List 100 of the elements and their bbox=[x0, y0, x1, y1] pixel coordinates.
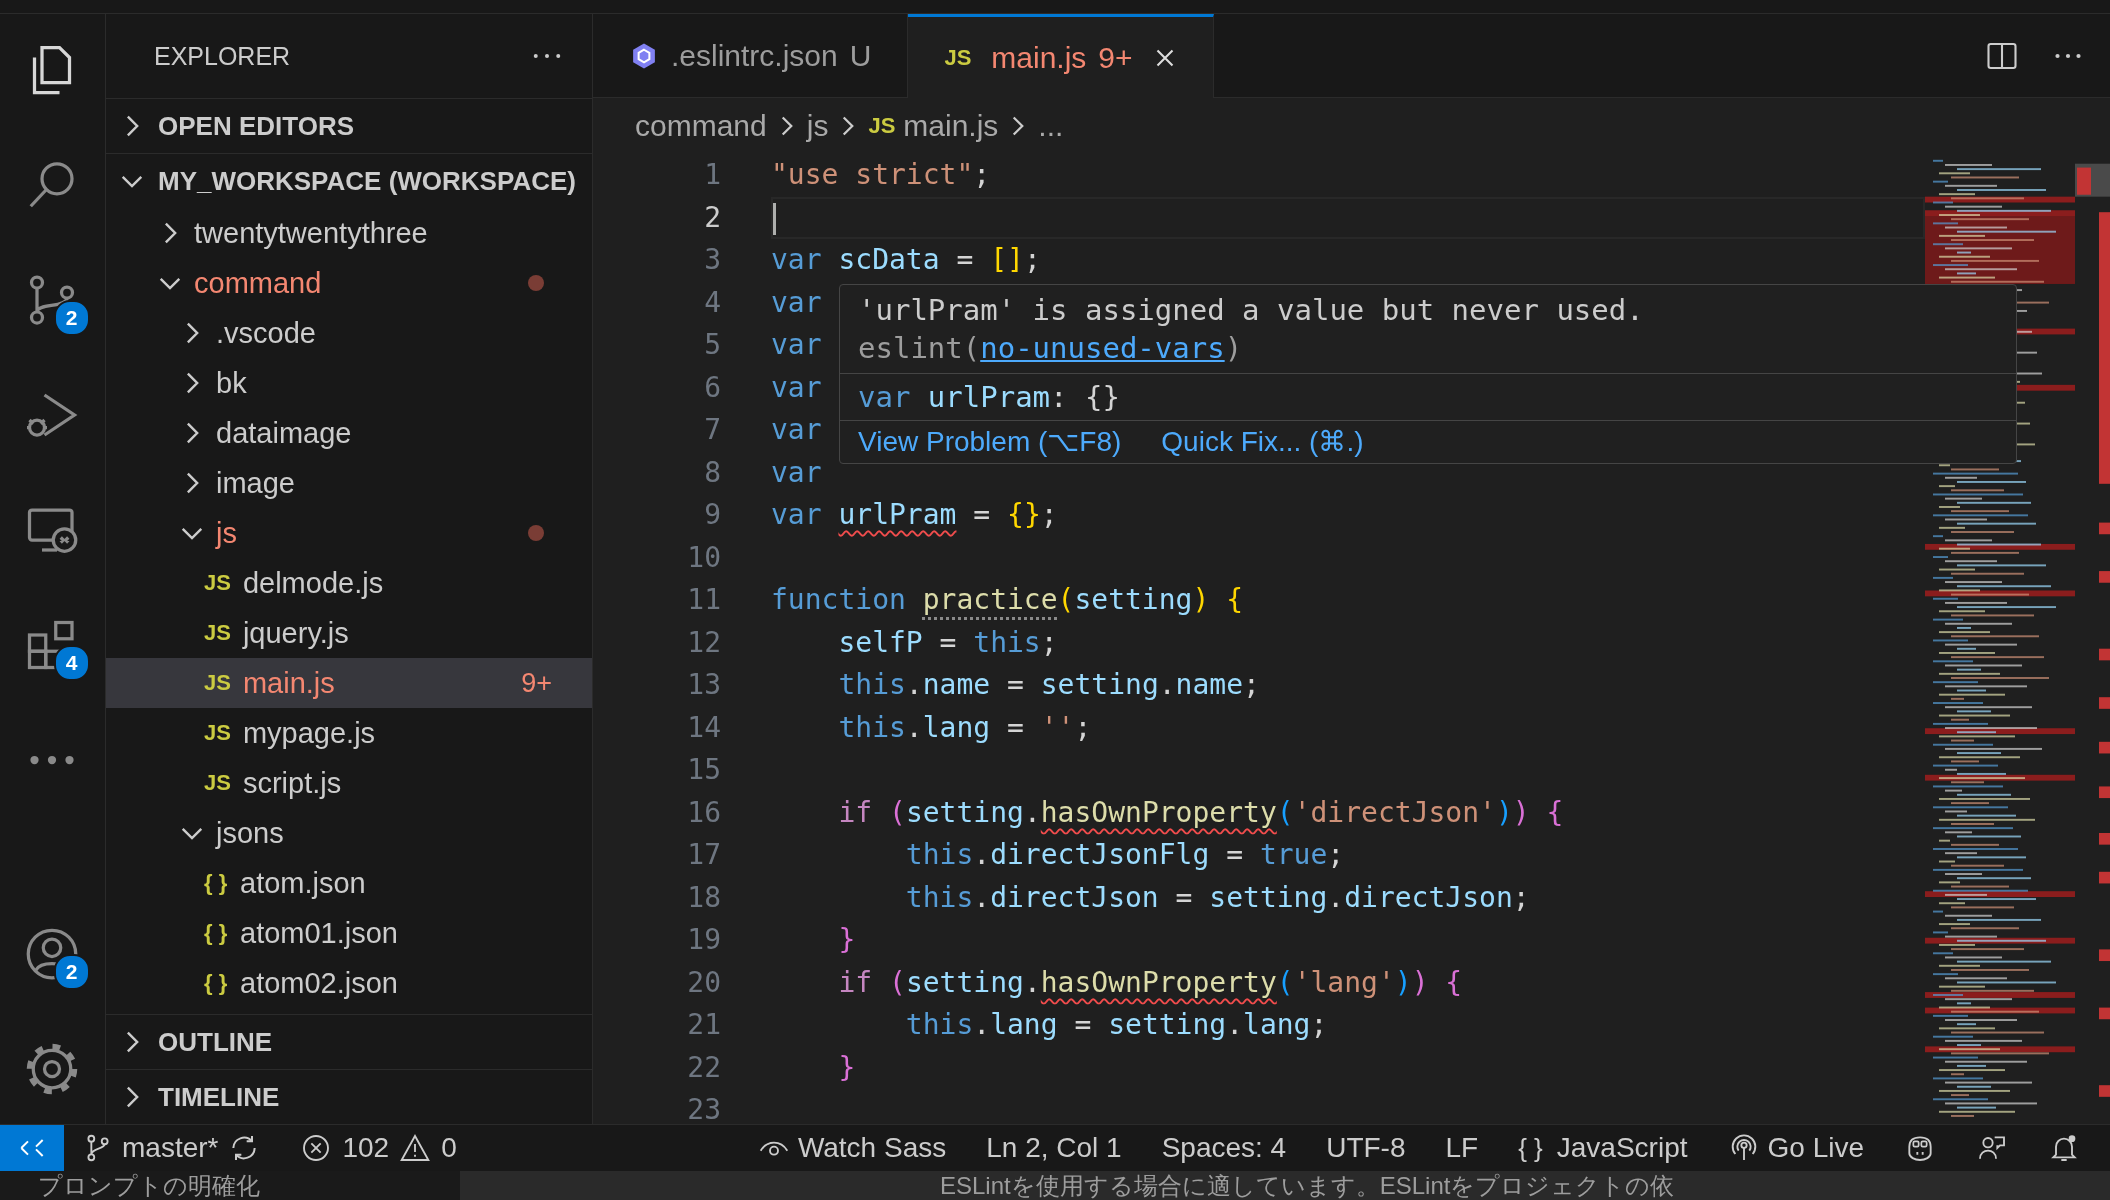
line-number: 18 bbox=[686, 879, 722, 916]
line-number: 14 bbox=[686, 709, 722, 746]
branch-button[interactable]: master* bbox=[82, 1132, 219, 1164]
code-line: var bbox=[771, 455, 822, 489]
code-line: var bbox=[771, 413, 822, 446]
modified-dot-icon bbox=[528, 275, 544, 291]
file-type-icon: JS bbox=[204, 570, 231, 596]
tree-item[interactable]: { } atom01.json bbox=[106, 908, 592, 958]
section-header[interactable]: TIMELINE bbox=[106, 1070, 592, 1124]
code-line: var bbox=[771, 328, 822, 361]
panel-text: プロンプトの明確化 bbox=[38, 1172, 260, 1199]
type-signature: var urlPram: {} bbox=[840, 373, 2016, 420]
code-line: var bbox=[771, 370, 822, 404]
rule-link[interactable]: no-unused-vars bbox=[980, 331, 1225, 365]
code-line: var urlPram = {}; bbox=[771, 498, 1058, 531]
language-button[interactable]: { } JavaScript bbox=[1518, 1132, 1688, 1164]
line-number: 20 bbox=[686, 964, 722, 1001]
tree-item[interactable]: twentytwentythree bbox=[106, 208, 592, 258]
line-number: 22 bbox=[686, 1049, 722, 1086]
tree-item[interactable]: .vscode bbox=[106, 308, 592, 358]
problem-count: 9+ bbox=[521, 667, 552, 699]
line-number: 9 bbox=[703, 497, 722, 533]
line-number: 23 bbox=[686, 1092, 722, 1128]
tree-item[interactable]: JS main.js 9+ bbox=[106, 658, 592, 708]
editor-tab[interactable]: .eslintrc.json U bbox=[593, 14, 909, 98]
line-number: 7 bbox=[703, 412, 722, 448]
tree-item[interactable]: js bbox=[106, 508, 592, 558]
line-number: 1 bbox=[703, 157, 722, 193]
tree-item[interactable]: { } atom02.json bbox=[106, 958, 592, 1008]
tree-item[interactable]: dataimage bbox=[106, 408, 592, 458]
notification-badge: 4 bbox=[53, 645, 90, 681]
file-type-icon: { } bbox=[204, 870, 228, 896]
code-line: function practice(setting) { bbox=[771, 583, 1244, 616]
code-line: this.name = setting.name; bbox=[837, 668, 1260, 701]
js-file-icon: JS bbox=[868, 113, 896, 139]
line-number: 15 bbox=[686, 752, 722, 788]
tree-item[interactable]: bk bbox=[106, 358, 592, 408]
tree-item[interactable]: JS delmode.js bbox=[106, 558, 592, 608]
line-number: 12 bbox=[686, 624, 722, 661]
line-number: 21 bbox=[686, 1007, 722, 1043]
line-number: 13 bbox=[686, 667, 722, 703]
line-number: 11 bbox=[686, 582, 722, 618]
line-number: 4 bbox=[703, 284, 722, 321]
tree-item[interactable]: image bbox=[106, 458, 592, 508]
breadcrumb-item[interactable]: command bbox=[635, 109, 767, 143]
line-number: 6 bbox=[703, 369, 722, 406]
panel-title: EXPLORER bbox=[154, 41, 291, 71]
more-icon[interactable] bbox=[532, 51, 562, 61]
line-number: 10 bbox=[686, 539, 722, 576]
hover-action-link[interactable]: View Problem (⌥F8) bbox=[858, 423, 1122, 461]
code-line: var bbox=[771, 285, 822, 319]
tree-item[interactable]: { } atom.json bbox=[106, 858, 592, 908]
notification-badge: 2 bbox=[53, 300, 90, 336]
code-line: this.directJsonFlg = true; bbox=[904, 838, 1345, 871]
file-type-icon: JS bbox=[204, 620, 231, 646]
go-live-button[interactable]: Go Live bbox=[1727, 1132, 1864, 1164]
section-header[interactable]: MY_WORKSPACE (WORKSPACE) bbox=[106, 154, 592, 208]
line-number: 16 bbox=[686, 794, 722, 831]
editor-tab[interactable]: JS main.js 9+ bbox=[908, 14, 1214, 98]
tree-item[interactable]: JS jquery.js bbox=[106, 608, 592, 658]
status-item[interactable]: UTF-8 bbox=[1326, 1132, 1406, 1164]
tree-item[interactable]: jsons bbox=[106, 808, 592, 858]
tree-item[interactable]: command bbox=[106, 258, 592, 308]
line-number: 19 bbox=[686, 922, 722, 958]
tree-item[interactable]: JS mypage.js bbox=[106, 708, 592, 758]
code-line: "use strict"; bbox=[771, 158, 991, 191]
tree-item[interactable]: JS script.js bbox=[106, 758, 592, 808]
code-line: if (setting.hasOwnProperty('lang')) { bbox=[837, 965, 1463, 999]
chevron-icon bbox=[780, 115, 793, 137]
problem-message: 'urlPram' is assigned a value but never used. eslint(no-unused-vars) bbox=[857, 292, 1645, 367]
chevron-icon bbox=[1012, 115, 1025, 137]
line-number: 8 bbox=[703, 454, 722, 491]
panel-text: ESLintを使用する場合に適しています。ESLintをプロジェクトの依 bbox=[940, 1172, 1675, 1199]
modified-dot-icon bbox=[528, 525, 544, 541]
notification-badge: 2 bbox=[53, 954, 90, 990]
file-type-icon: JS bbox=[204, 670, 231, 696]
problems-button[interactable]: 102 0 bbox=[300, 1132, 457, 1164]
code-line: if (setting.hasOwnProperty('directJson')) { bbox=[837, 795, 1564, 829]
status-item[interactable]: LF bbox=[1445, 1132, 1479, 1164]
code-line: this.directJson = setting.directJson; bbox=[904, 880, 1530, 914]
section-header[interactable]: OUTLINE bbox=[106, 1015, 592, 1069]
line-number: 3 bbox=[703, 242, 722, 278]
section-header[interactable]: OPEN EDITORS bbox=[106, 99, 592, 153]
code-line: var scData = []; bbox=[771, 243, 1041, 276]
watch-sass-button[interactable]: Watch Sass bbox=[757, 1132, 947, 1164]
status-item[interactable]: Spaces: 4 bbox=[1161, 1132, 1287, 1164]
text-cursor bbox=[773, 202, 776, 235]
breadcrumb-item[interactable]: JS main.js bbox=[868, 109, 999, 143]
code-line: this.lang = ''; bbox=[837, 710, 1092, 744]
hover-action-link[interactable]: Quick Fix... (⌘.) bbox=[1161, 423, 1364, 461]
breadcrumb-item[interactable]: js bbox=[806, 109, 829, 143]
code-line: } bbox=[837, 1050, 856, 1084]
line-number: 17 bbox=[686, 837, 722, 873]
line-number: 5 bbox=[703, 327, 722, 363]
code-line: this.lang = setting.lang; bbox=[904, 1008, 1328, 1041]
status-item[interactable]: Ln 2, Col 1 bbox=[986, 1132, 1122, 1164]
file-type-icon: JS bbox=[204, 720, 231, 746]
breadcrumb-item[interactable]: ... bbox=[1038, 109, 1064, 143]
file-type-icon: { } bbox=[204, 970, 228, 996]
line-number: 2 bbox=[703, 199, 722, 236]
